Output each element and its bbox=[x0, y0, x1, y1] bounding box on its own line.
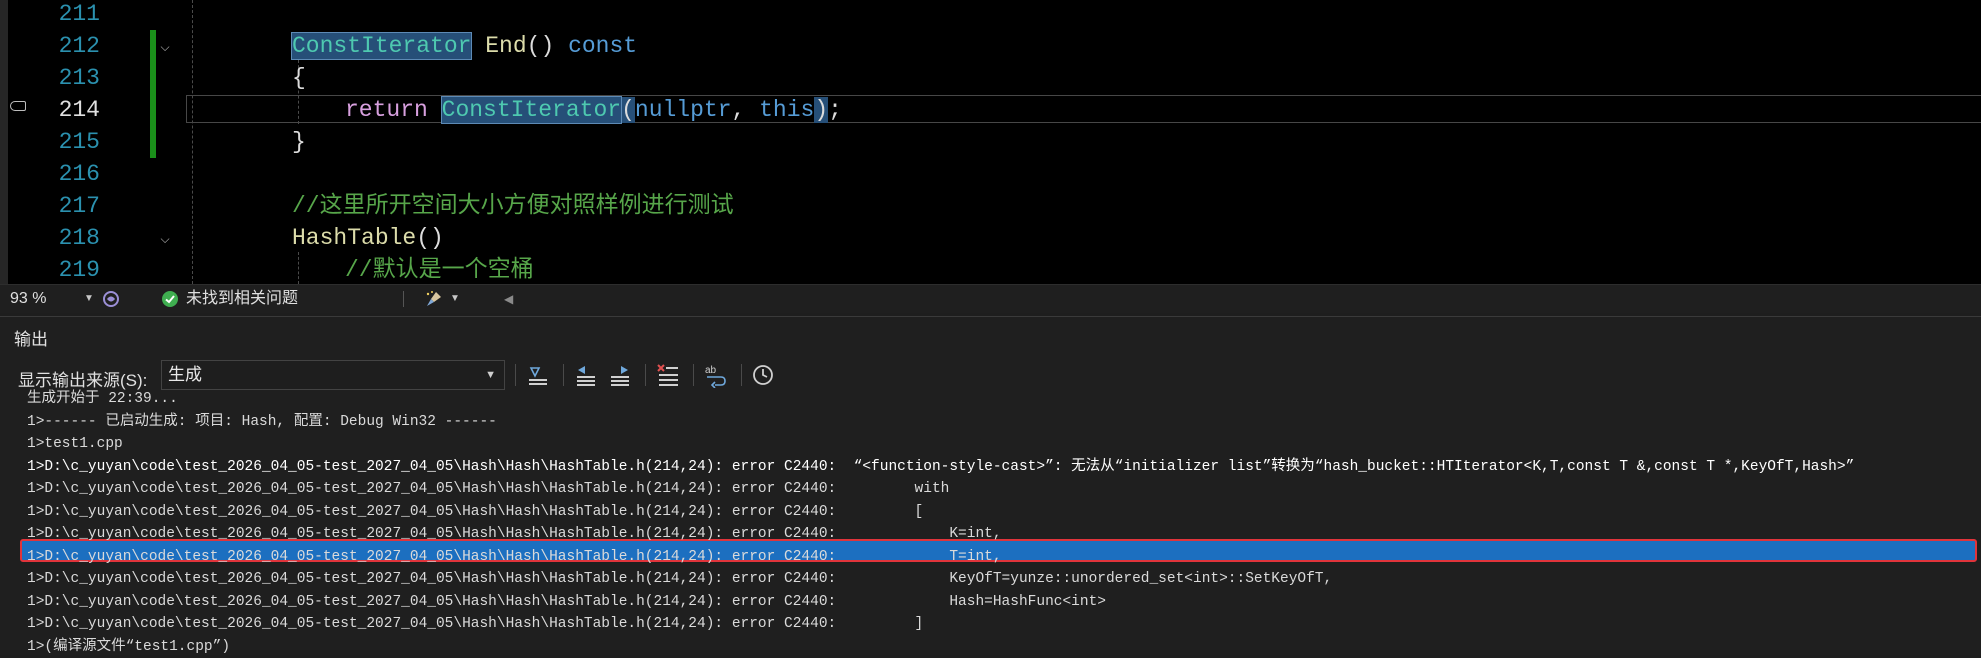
zoom-dropdown-icon[interactable]: ▼ bbox=[84, 285, 94, 313]
code-token: () bbox=[526, 33, 569, 59]
code-token: //默认是一个空桶 bbox=[345, 257, 534, 283]
panel-title: 输出 bbox=[14, 330, 48, 349]
find-message-icon[interactable] bbox=[525, 362, 551, 388]
separator bbox=[515, 364, 516, 386]
next-message-icon[interactable] bbox=[607, 362, 633, 388]
log-line[interactable]: 1>------ 已启动生成: 项目: Hash, 配置: Debug Win3… bbox=[27, 411, 497, 433]
code-token: HashTable bbox=[292, 225, 417, 251]
code-line[interactable]: 217 //这里所开空间大小方便对照样例进行测试 bbox=[0, 190, 1981, 222]
output-source-select[interactable]: 生成 ▼ bbox=[161, 360, 505, 390]
log-line[interactable]: 1>test1.cpp bbox=[27, 433, 123, 455]
code-text: //这里所开空间大小方便对照样例进行测试 bbox=[292, 190, 734, 222]
log-line[interactable]: 1>D:\c_yuyan\code\test_2026_04_05-test_2… bbox=[27, 523, 1002, 545]
code-editor[interactable]: ⌵ ⌵ 211 212 ConstIterator End() const 213{2… bbox=[0, 0, 1981, 284]
zoom-level[interactable]: 93 % bbox=[10, 285, 46, 313]
chevron-down-icon: ▼ bbox=[485, 369, 496, 381]
code-token: { bbox=[292, 65, 306, 91]
code-line[interactable]: 215} bbox=[0, 126, 1981, 158]
log-line[interactable]: 1>D:\c_yuyan\code\test_2026_04_05-test_2… bbox=[27, 478, 949, 500]
code-text: //默认是一个空桶 bbox=[345, 254, 534, 284]
log-line[interactable]: 1>D:\c_yuyan\code\test_2026_04_05-test_2… bbox=[27, 456, 1854, 478]
editor-status-bar: 93 % ▼ 未找到相关问题 ▼ ◀ bbox=[0, 284, 1981, 313]
separator bbox=[645, 364, 646, 386]
line-number: 215 bbox=[58, 129, 100, 155]
code-token: nullptr bbox=[634, 97, 732, 123]
line-number: 218 bbox=[58, 225, 100, 251]
code-cleanup-dropdown-icon[interactable]: ▼ bbox=[450, 285, 460, 313]
word-wrap-icon[interactable]: ab bbox=[703, 362, 729, 388]
code-line[interactable]: 216 bbox=[0, 158, 1981, 190]
separator bbox=[693, 364, 694, 386]
code-token: , bbox=[731, 97, 760, 123]
code-text: return ConstIterator(nullptr, this); bbox=[345, 94, 842, 126]
output-log[interactable]: 生成开始于 22:39... 1>------ 已启动生成: 项目: Hash, … bbox=[0, 391, 1981, 658]
code-token: return bbox=[345, 97, 428, 123]
code-token: ( bbox=[621, 97, 635, 123]
code-text: ConstIterator End() const bbox=[290, 30, 638, 62]
previous-message-icon[interactable] bbox=[573, 362, 599, 388]
separator bbox=[741, 364, 742, 386]
code-token: const bbox=[568, 33, 638, 59]
clock-icon[interactable] bbox=[750, 362, 776, 388]
line-number: 216 bbox=[58, 161, 100, 187]
output-panel: 输出 显示输出来源(S): 生成 ▼ ab 生成开始于 22:39... 1>-… bbox=[0, 316, 1981, 655]
code-text: { bbox=[292, 62, 306, 94]
svg-text:ab: ab bbox=[705, 365, 717, 376]
code-token: End bbox=[471, 33, 527, 59]
code-line[interactable]: 211 bbox=[0, 0, 1981, 30]
log-line[interactable]: 1>D:\c_yuyan\code\test_2026_04_05-test_2… bbox=[27, 591, 1106, 613]
code-text: HashTable() bbox=[292, 222, 444, 254]
line-number: 213 bbox=[58, 65, 100, 91]
separator bbox=[563, 364, 564, 386]
code-cleanup-icon[interactable] bbox=[424, 289, 444, 309]
log-line[interactable]: 生成开始于 22:39... bbox=[27, 388, 178, 410]
clear-all-icon[interactable] bbox=[655, 362, 681, 388]
code-line[interactable]: 213 { bbox=[0, 62, 1981, 94]
code-token: ConstIterator bbox=[290, 32, 473, 60]
log-line[interactable]: 1>D:\c_yuyan\code\test_2026_04_05-test_2… bbox=[27, 568, 1332, 590]
code-line[interactable]: 212 ConstIterator End() const bbox=[0, 30, 1981, 62]
line-number: 219 bbox=[58, 257, 100, 283]
check-circle-icon bbox=[162, 291, 178, 307]
intellicode-icon[interactable] bbox=[102, 290, 120, 308]
code-token: ConstIterator bbox=[440, 96, 623, 124]
scroll-left-icon[interactable]: ◀ bbox=[504, 285, 513, 313]
code-token: } bbox=[292, 129, 306, 155]
code-token: ; bbox=[828, 97, 842, 123]
code-token: ) bbox=[814, 97, 829, 123]
code-text: } bbox=[292, 126, 306, 158]
line-number: 212 bbox=[58, 33, 100, 59]
issues-status[interactable]: 未找到相关问题 bbox=[186, 285, 298, 313]
line-number: 211 bbox=[58, 1, 100, 27]
code-token: () bbox=[416, 225, 444, 251]
code-token: //这里所开空间大小方便对照样例进行测试 bbox=[292, 193, 734, 219]
code-token: this bbox=[759, 97, 815, 123]
log-line[interactable]: 1>D:\c_yuyan\code\test_2026_04_05-test_2… bbox=[27, 613, 923, 635]
log-line[interactable]: 1>D:\c_yuyan\code\test_2026_04_05-test_2… bbox=[27, 546, 1002, 568]
output-source-value: 生成 bbox=[168, 365, 202, 384]
separator bbox=[403, 291, 404, 307]
code-line[interactable]: 214 return ConstIterator(nullptr, this); bbox=[0, 94, 1981, 126]
log-line[interactable]: 1>(编译源文件“test1.cpp”) bbox=[27, 636, 230, 658]
code-line[interactable]: 219 //默认是一个空桶 bbox=[0, 254, 1981, 284]
line-number: 214 bbox=[58, 97, 100, 123]
log-line[interactable]: 1>D:\c_yuyan\code\test_2026_04_05-test_2… bbox=[27, 501, 923, 523]
line-number: 217 bbox=[58, 193, 100, 219]
code-line[interactable]: 218 HashTable() bbox=[0, 222, 1981, 254]
